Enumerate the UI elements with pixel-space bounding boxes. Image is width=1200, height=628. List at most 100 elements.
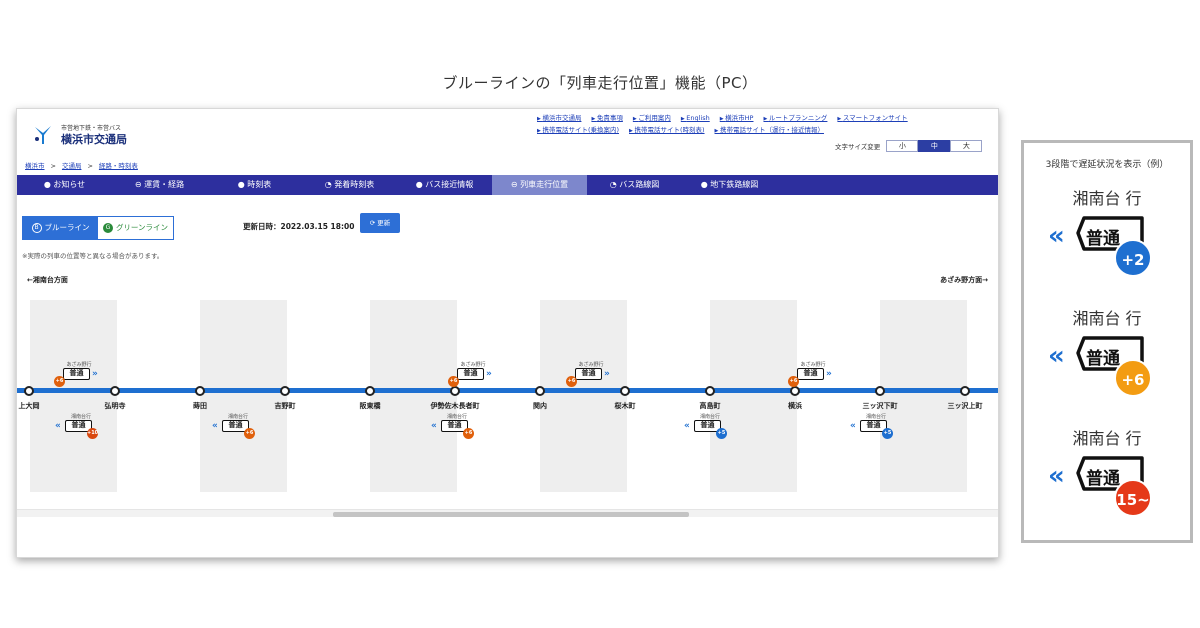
train-marker[interactable]: 湘南台行 普通 +5 « (850, 413, 898, 439)
breadcrumb-kotsukyoku[interactable]: 交通局 (62, 162, 82, 170)
breadcrumb: 横浜市 > 交通局 > 経路・時刻表 (25, 162, 138, 170)
info-icon: ● (43, 180, 54, 189)
station-name: 三ッ沢上町 (947, 402, 983, 410)
station-name: 吉野町 (274, 402, 296, 410)
legend-item: 湘南台 行 « 普通 +2 (1024, 185, 1190, 295)
train-marker[interactable]: 湘南台行 普通 +6 « (431, 413, 479, 439)
legend-delay-badge: +2 (1114, 239, 1152, 277)
nav-bus-map[interactable]: ◔ バス路線図 (587, 175, 682, 195)
station-marker[interactable] (280, 386, 290, 396)
link-city-hp[interactable]: 横浜市HP (720, 114, 754, 122)
station-marker[interactable] (450, 386, 460, 396)
train-marker[interactable]: あざみ野行 普通 +6 » (448, 361, 495, 387)
blue-line-tab[interactable]: B ブルーライン (23, 217, 98, 239)
station-marker[interactable] (960, 386, 970, 396)
station-name: 関内 (533, 402, 547, 410)
legend-train-type: 普通 (1086, 469, 1120, 489)
train-marker[interactable]: 湘南台行 普通 +5 « (684, 413, 732, 439)
train-destination: あざみ野行 (578, 362, 604, 368)
green-line-tab[interactable]: G グリーンライン (98, 217, 173, 239)
delay-badge: +6 (566, 376, 577, 387)
link-mobile-transfer[interactable]: 携帯電話サイト(乗換案内) (537, 126, 619, 134)
nav-fare-route[interactable]: ⊖ 運賃・経路 (112, 175, 207, 195)
station-marker[interactable] (195, 386, 205, 396)
train-destination: あざみ野行 (66, 362, 92, 368)
nav-subway-map[interactable]: ● 地下鉄路線図 (682, 175, 777, 195)
station-marker[interactable] (24, 386, 34, 396)
station-marker[interactable] (790, 386, 800, 396)
refresh-button[interactable]: ⟳ 更新 (360, 213, 400, 233)
station-name: 蒔田 (193, 402, 207, 410)
train-destination: あざみ野行 (460, 362, 486, 368)
direction-left-icon: « (850, 421, 856, 431)
direction-left-icon: « (212, 421, 218, 431)
breadcrumb-route-timetable[interactable]: 経路・時刻表 (99, 162, 138, 170)
nav-bus-approach[interactable]: ● バス接近情報 (397, 175, 492, 195)
station-marker[interactable] (620, 386, 630, 396)
station-marker[interactable] (110, 386, 120, 396)
train-marker[interactable]: 湘南台行 普通 +10 « (55, 413, 103, 439)
horizontal-scrollbar[interactable] (17, 509, 998, 517)
train-marker[interactable]: 湘南台行 普通 +6 « (212, 413, 260, 439)
station-name: 弘明寺 (104, 402, 126, 410)
station-marker[interactable] (705, 386, 715, 396)
font-size-label: 文字サイズ変更 (835, 143, 881, 151)
delay-badge: +5 (716, 428, 727, 439)
font-size-medium-button[interactable]: 中 (918, 140, 951, 152)
train-destination: あざみ野行 (800, 362, 826, 368)
link-smartphone[interactable]: スマートフォンサイト (837, 114, 907, 122)
direction-left-icon: « (1048, 461, 1065, 491)
train-destination: 湘南台行 (446, 414, 467, 420)
global-navigation: ● お知らせ ⊖ 運賃・経路 ● 時刻表 ◔ 発着時刻表 ● バス接近情報 ⊖ … (17, 175, 998, 195)
link-disclaimer[interactable]: 免責事項 (591, 114, 622, 122)
legend-train-type: 普通 (1086, 229, 1120, 249)
station-name: 三ッ沢下町 (862, 402, 898, 410)
station-zone-stripe (540, 300, 627, 492)
nav-news[interactable]: ● お知らせ (17, 175, 112, 195)
font-size-switcher: 文字サイズ変更 小 中 大 (835, 140, 983, 152)
direction-left-icon: « (431, 421, 437, 431)
link-guide[interactable]: ご利用案内 (633, 114, 671, 122)
direction-shonandai: ←湘南台方面 (27, 276, 68, 284)
transport-logo-icon[interactable] (33, 123, 53, 145)
station-name: 桜木町 (614, 402, 636, 410)
direction-left-icon: « (55, 421, 61, 431)
yen-icon: ⊖ (134, 180, 145, 189)
legend-delay-badge: 15~ (1114, 479, 1152, 517)
train-marker[interactable]: あざみ野行 普通 +6 » (566, 361, 613, 387)
nav-timetable[interactable]: ● 時刻表 (207, 175, 302, 195)
station-marker[interactable] (365, 386, 375, 396)
nav-departures[interactable]: ◔ 発着時刻表 (302, 175, 397, 195)
subway-icon: ● (700, 180, 711, 189)
link-mobile-operation[interactable]: 携帯電話サイト（運行・接近情報） (715, 126, 824, 134)
line-switcher: B ブルーライン G グリーンライン (22, 216, 174, 240)
train-marker[interactable]: あざみ野行 普通 +6 » (788, 361, 835, 387)
delay-badge: +6 (244, 428, 255, 439)
link-english[interactable]: English (681, 114, 710, 122)
link-mobile-timetable[interactable]: 携帯電話サイト(時刻表) (629, 126, 705, 134)
bus-icon: ◔ (609, 180, 620, 189)
scrollbar-thumb[interactable] (333, 512, 689, 517)
font-size-small-button[interactable]: 小 (886, 140, 919, 152)
train-marker[interactable]: あざみ野行 普通 +6 » (54, 361, 101, 387)
legend-destination: 湘南台 行 (1072, 189, 1142, 208)
station-zone-stripe (880, 300, 967, 492)
nav-train-position[interactable]: ⊖ 列車走行位置 (492, 175, 587, 195)
link-kotsukyoku[interactable]: 横浜市交通局 (537, 114, 581, 122)
station-name: 伊勢佐木長者町 (430, 402, 480, 410)
clock-icon: ● (237, 180, 248, 189)
update-timestamp: 更新日時：2022.03.15 18:00 (243, 222, 355, 231)
station-zone-stripe (200, 300, 287, 492)
link-route-planning[interactable]: ルートプランニング (763, 114, 827, 122)
station-marker[interactable] (535, 386, 545, 396)
logo-title[interactable]: 横浜市交通局 (61, 131, 127, 147)
site-header: 市営地下鉄・市営バス 横浜市交通局 横浜市交通局免責事項ご利用案内English… (17, 109, 998, 157)
page-caption: ブルーラインの「列車走行位置」機能（PC） (442, 74, 758, 92)
station-marker[interactable] (875, 386, 885, 396)
legend-title: 3段階で遅延状況を表示（例） (1045, 160, 1169, 170)
delay-badge: +6 (463, 428, 474, 439)
direction-azamino: あざみ野方面→ (940, 276, 988, 284)
breadcrumb-yokohama[interactable]: 横浜市 (25, 162, 45, 170)
font-size-large-button[interactable]: 大 (950, 140, 983, 152)
track-line (17, 388, 998, 393)
